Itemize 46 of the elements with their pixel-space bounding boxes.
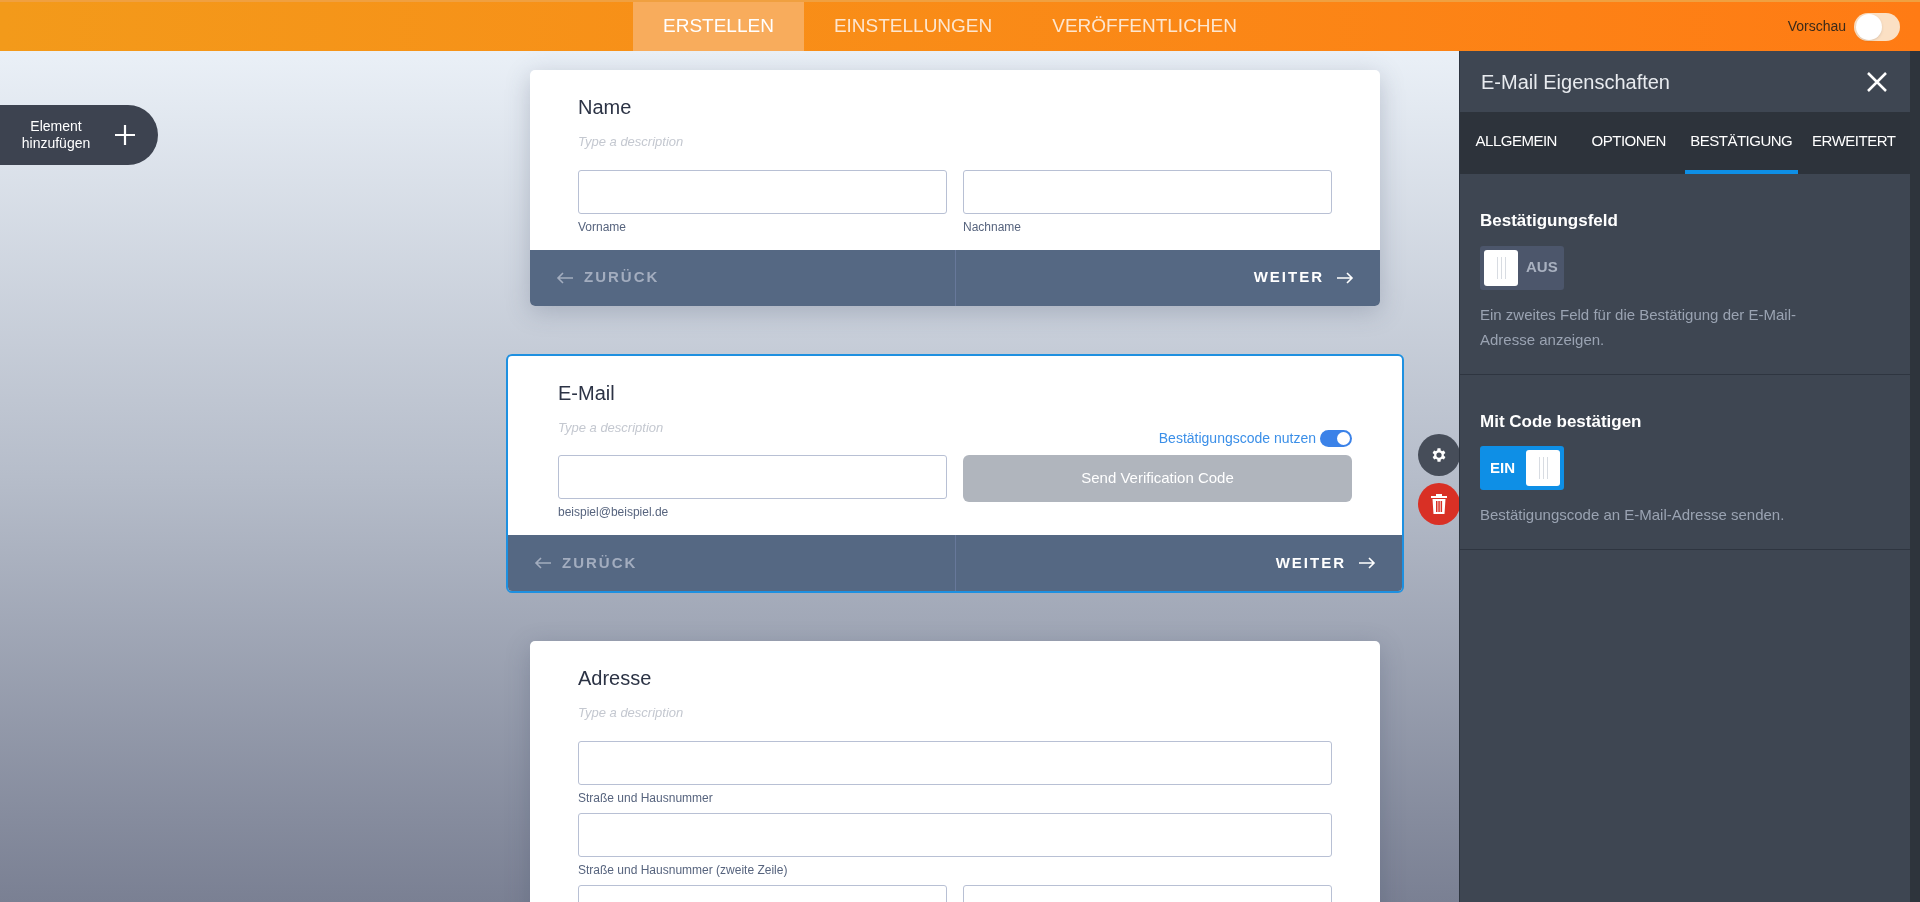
field-sublabel: Vorname: [578, 218, 628, 236]
description-placeholder: Type a description: [578, 133, 684, 151]
section-description: Bestätigungscode an E-Mail-Adresse senden.: [1480, 505, 1786, 525]
verification-toggle[interactable]: [1320, 430, 1352, 447]
card-title: Adresse: [578, 666, 653, 691]
text-field[interactable]: [558, 455, 947, 499]
text-field[interactable]: [963, 169, 1332, 214]
plus-icon: [114, 124, 136, 146]
arrow-right-icon: [1336, 271, 1354, 284]
toggle-label: Bestätigungscode nutzen: [1158, 429, 1316, 448]
text-field[interactable]: [578, 812, 1332, 857]
trash-icon: [1431, 493, 1447, 514]
preview-toggle[interactable]: [1854, 12, 1900, 41]
panel-title: E-Mail Eigenschaften: [1481, 69, 1670, 95]
arrow-left-icon: [534, 557, 552, 569]
panel-tab[interactable]: ERWEITERT: [1797, 112, 1910, 174]
field-sublabel: Nachname: [963, 218, 1023, 236]
form-card[interactable]: Adresse Type a description Straße und Hausnummer Straße und Hausnummer (zweite Zeile): [530, 641, 1380, 902]
delete-button[interactable]: [1418, 482, 1459, 525]
description-placeholder: Type a description: [578, 704, 684, 722]
arrow-left-icon: [556, 271, 574, 284]
section-title: Mit Code bestätigen: [1480, 410, 1643, 433]
arrow-right-icon: [1358, 557, 1376, 569]
panel-tab[interactable]: BESTÄTIGUNG: [1685, 112, 1798, 174]
settings-button[interactable]: [1418, 433, 1459, 476]
toggle-switch[interactable]: AUS: [1480, 245, 1564, 290]
card-title: E-Mail: [558, 380, 616, 406]
add-element-button[interactable]: Element hinzufügen: [0, 105, 158, 165]
preview-label: Vorschau: [1787, 17, 1846, 36]
text-field[interactable]: [578, 169, 947, 214]
panel-tab[interactable]: ALLGEMEIN: [1460, 112, 1573, 174]
section-description: Ein zweites Feld für die Bestätigung der E-Mail-Adresse anzeigen.: [1480, 304, 1797, 350]
card-title: Name: [578, 95, 633, 120]
field-sublabel: Straße und Hausnummer: [578, 789, 714, 807]
section-title: Bestätigungsfeld: [1480, 210, 1619, 232]
text-field[interactable]: [578, 740, 1332, 785]
next-button[interactable]: WEITER: [955, 535, 1402, 591]
settings-icon: [1430, 445, 1448, 464]
field-sublabel: Straße und Hausnummer (zweite Zeile): [578, 861, 789, 879]
next-button[interactable]: WEITER: [955, 249, 1380, 306]
field-sublabel: beispiel@beispiel.de: [558, 504, 670, 521]
toggle-switch[interactable]: EIN: [1480, 446, 1564, 490]
panel-tab[interactable]: OPTIONEN: [1572, 112, 1685, 174]
close-button[interactable]: [1865, 69, 1889, 94]
close-icon: [1867, 71, 1887, 92]
description-placeholder: Type a description: [558, 418, 664, 437]
